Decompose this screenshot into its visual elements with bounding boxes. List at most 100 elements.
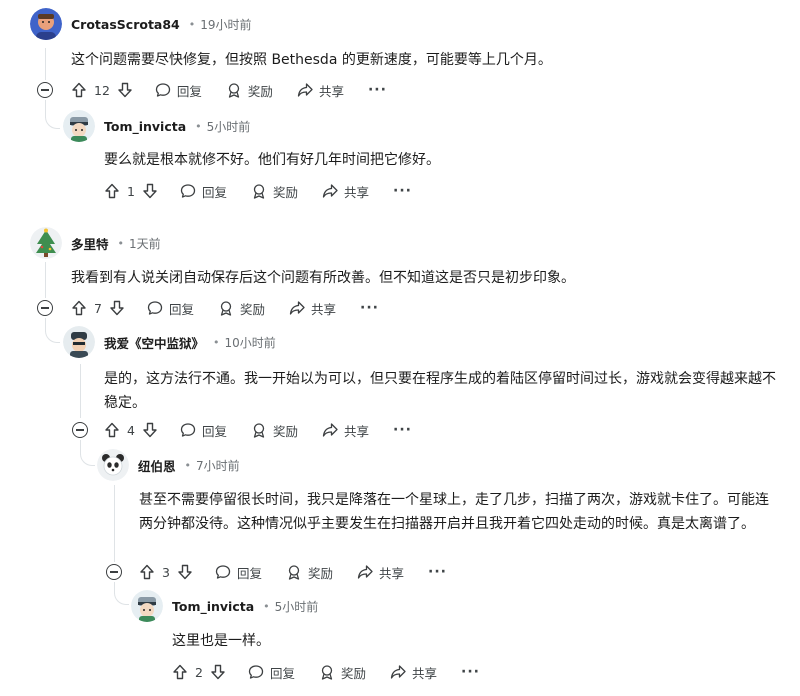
reply-label: 回复	[201, 423, 227, 439]
downvote-icon[interactable]	[142, 422, 158, 438]
timestamp[interactable]: 10小时前	[225, 334, 276, 351]
comment-body: 要么就是根本就修不好。他们有好几年时间把它修好。	[104, 152, 440, 168]
reply-label: 回复	[168, 301, 194, 317]
share-icon	[322, 423, 338, 437]
collapse-button[interactable]	[37, 300, 53, 316]
downvote-icon[interactable]	[142, 183, 158, 199]
upvote-icon[interactable]	[71, 82, 87, 98]
upvote-icon[interactable]	[71, 300, 87, 316]
avatar[interactable]	[97, 449, 129, 481]
downvote-icon[interactable]	[177, 564, 193, 580]
vote-count: 2	[195, 664, 203, 680]
timestamp[interactable]: 1天前	[129, 235, 161, 252]
downvote-icon[interactable]	[109, 300, 125, 316]
award-button[interactable]: 奖励	[251, 421, 298, 440]
avatar[interactable]	[30, 227, 62, 259]
share-button[interactable]: 共享	[297, 81, 344, 100]
award-label: 奖励	[239, 301, 265, 317]
avatar-cartoon-panda-icon	[97, 449, 129, 481]
timestamp[interactable]: 5小时前	[207, 118, 251, 135]
author-name[interactable]: Tom_invicta	[104, 119, 186, 134]
upvote-icon[interactable]	[104, 183, 120, 199]
separator-dot: •	[184, 458, 192, 472]
share-button[interactable]: 共享	[357, 563, 404, 582]
reply-button[interactable]: 回复	[215, 563, 262, 582]
collapse-button[interactable]	[106, 564, 122, 580]
share-button[interactable]: 共享	[390, 663, 437, 682]
timestamp[interactable]: 19小时前	[200, 16, 251, 33]
vote-count: 4	[127, 422, 135, 438]
award-button[interactable]: 奖励	[251, 182, 298, 201]
reply-button[interactable]: 回复	[155, 81, 202, 100]
thread-line[interactable]	[45, 262, 46, 298]
more-options-button[interactable]: ···	[368, 82, 387, 98]
award-icon	[220, 301, 232, 316]
more-options-button[interactable]: ···	[428, 564, 447, 580]
separator-dot: •	[263, 599, 270, 613]
collapse-button[interactable]	[37, 82, 53, 98]
reply-button[interactable]: 回复	[180, 421, 227, 440]
collapse-button[interactable]	[72, 422, 88, 438]
share-button[interactable]: 共享	[322, 421, 369, 440]
author-name[interactable]: 多里特	[71, 234, 109, 253]
award-button[interactable]: 奖励	[286, 563, 333, 582]
author-name[interactable]: Tom_invicta	[172, 599, 254, 614]
reply-label: 回复	[236, 565, 262, 581]
award-label: 奖励	[307, 565, 333, 581]
share-icon	[322, 184, 338, 198]
action-bar: 2 回复 奖励 共享 ···	[172, 660, 480, 684]
award-label: 奖励	[340, 665, 366, 681]
downvote-icon[interactable]	[117, 82, 133, 98]
timestamp[interactable]: 5小时前	[275, 598, 319, 615]
share-icon	[390, 665, 406, 679]
award-button[interactable]: 奖励	[319, 663, 366, 682]
reply-button[interactable]: 回复	[180, 182, 227, 201]
upvote-icon[interactable]	[172, 664, 188, 680]
reply-label: 回复	[176, 83, 202, 99]
action-bar: 3 回复 奖励 共享 ···	[139, 560, 447, 584]
vote-count: 7	[94, 300, 102, 316]
downvote-icon[interactable]	[210, 664, 226, 680]
avatar[interactable]	[131, 590, 163, 622]
upvote-icon[interactable]	[104, 422, 120, 438]
avatar-cartoon-knight-icon	[63, 110, 95, 142]
avatar[interactable]	[63, 326, 95, 358]
comment-header: 我爱《空中监狱》 • 10小时前	[63, 326, 276, 358]
vote-count: 12	[94, 82, 110, 98]
award-label: 奖励	[247, 83, 273, 99]
more-options-button[interactable]: ···	[393, 422, 412, 438]
thread-branch	[114, 590, 129, 605]
reply-button[interactable]: 回复	[248, 663, 295, 682]
share-button[interactable]: 共享	[322, 182, 369, 201]
award-button[interactable]: 奖励	[226, 81, 273, 100]
vote-control: 1	[104, 183, 158, 199]
award-button[interactable]: 奖励	[218, 299, 265, 318]
comment-header: Tom_invicta • 5小时前	[63, 110, 250, 142]
more-options-button[interactable]: ···	[461, 664, 480, 680]
author-name[interactable]: 纽伯恩	[138, 456, 176, 475]
more-options-button[interactable]: ···	[360, 300, 379, 316]
share-label: 共享	[318, 83, 344, 99]
thread-branch	[80, 451, 95, 466]
author-name[interactable]: 我爱《空中监狱》	[104, 333, 204, 352]
thread-line[interactable]	[45, 48, 46, 80]
share-label: 共享	[343, 184, 369, 200]
avatar[interactable]	[30, 8, 62, 40]
thread-line[interactable]	[114, 485, 115, 562]
thread-line[interactable]	[80, 364, 81, 418]
avatar-cartoon-robot-icon	[63, 326, 95, 358]
share-label: 共享	[310, 301, 336, 317]
share-button[interactable]: 共享	[289, 299, 336, 318]
reply-button[interactable]: 回复	[147, 299, 194, 318]
upvote-icon[interactable]	[139, 564, 155, 580]
reply-icon	[147, 301, 163, 315]
comment-body: 这里也是一样。	[172, 633, 270, 649]
more-options-button[interactable]: ···	[393, 183, 412, 199]
award-icon	[288, 565, 300, 580]
comment-header: 多里特 • 1天前	[30, 227, 161, 259]
timestamp[interactable]: 7小时前	[196, 457, 240, 474]
avatar[interactable]	[63, 110, 95, 142]
author-name[interactable]: CrotasScrota84	[71, 17, 180, 32]
comment-body: 我看到有人说关闭自动保存后这个问题有所改善。但不知道这是否只是初步印象。	[71, 270, 575, 286]
comment-body: 甚至不需要停留很长时间，我只是降落在一个星球上，走了几步，扫描了两次，游戏就卡住…	[139, 492, 769, 532]
